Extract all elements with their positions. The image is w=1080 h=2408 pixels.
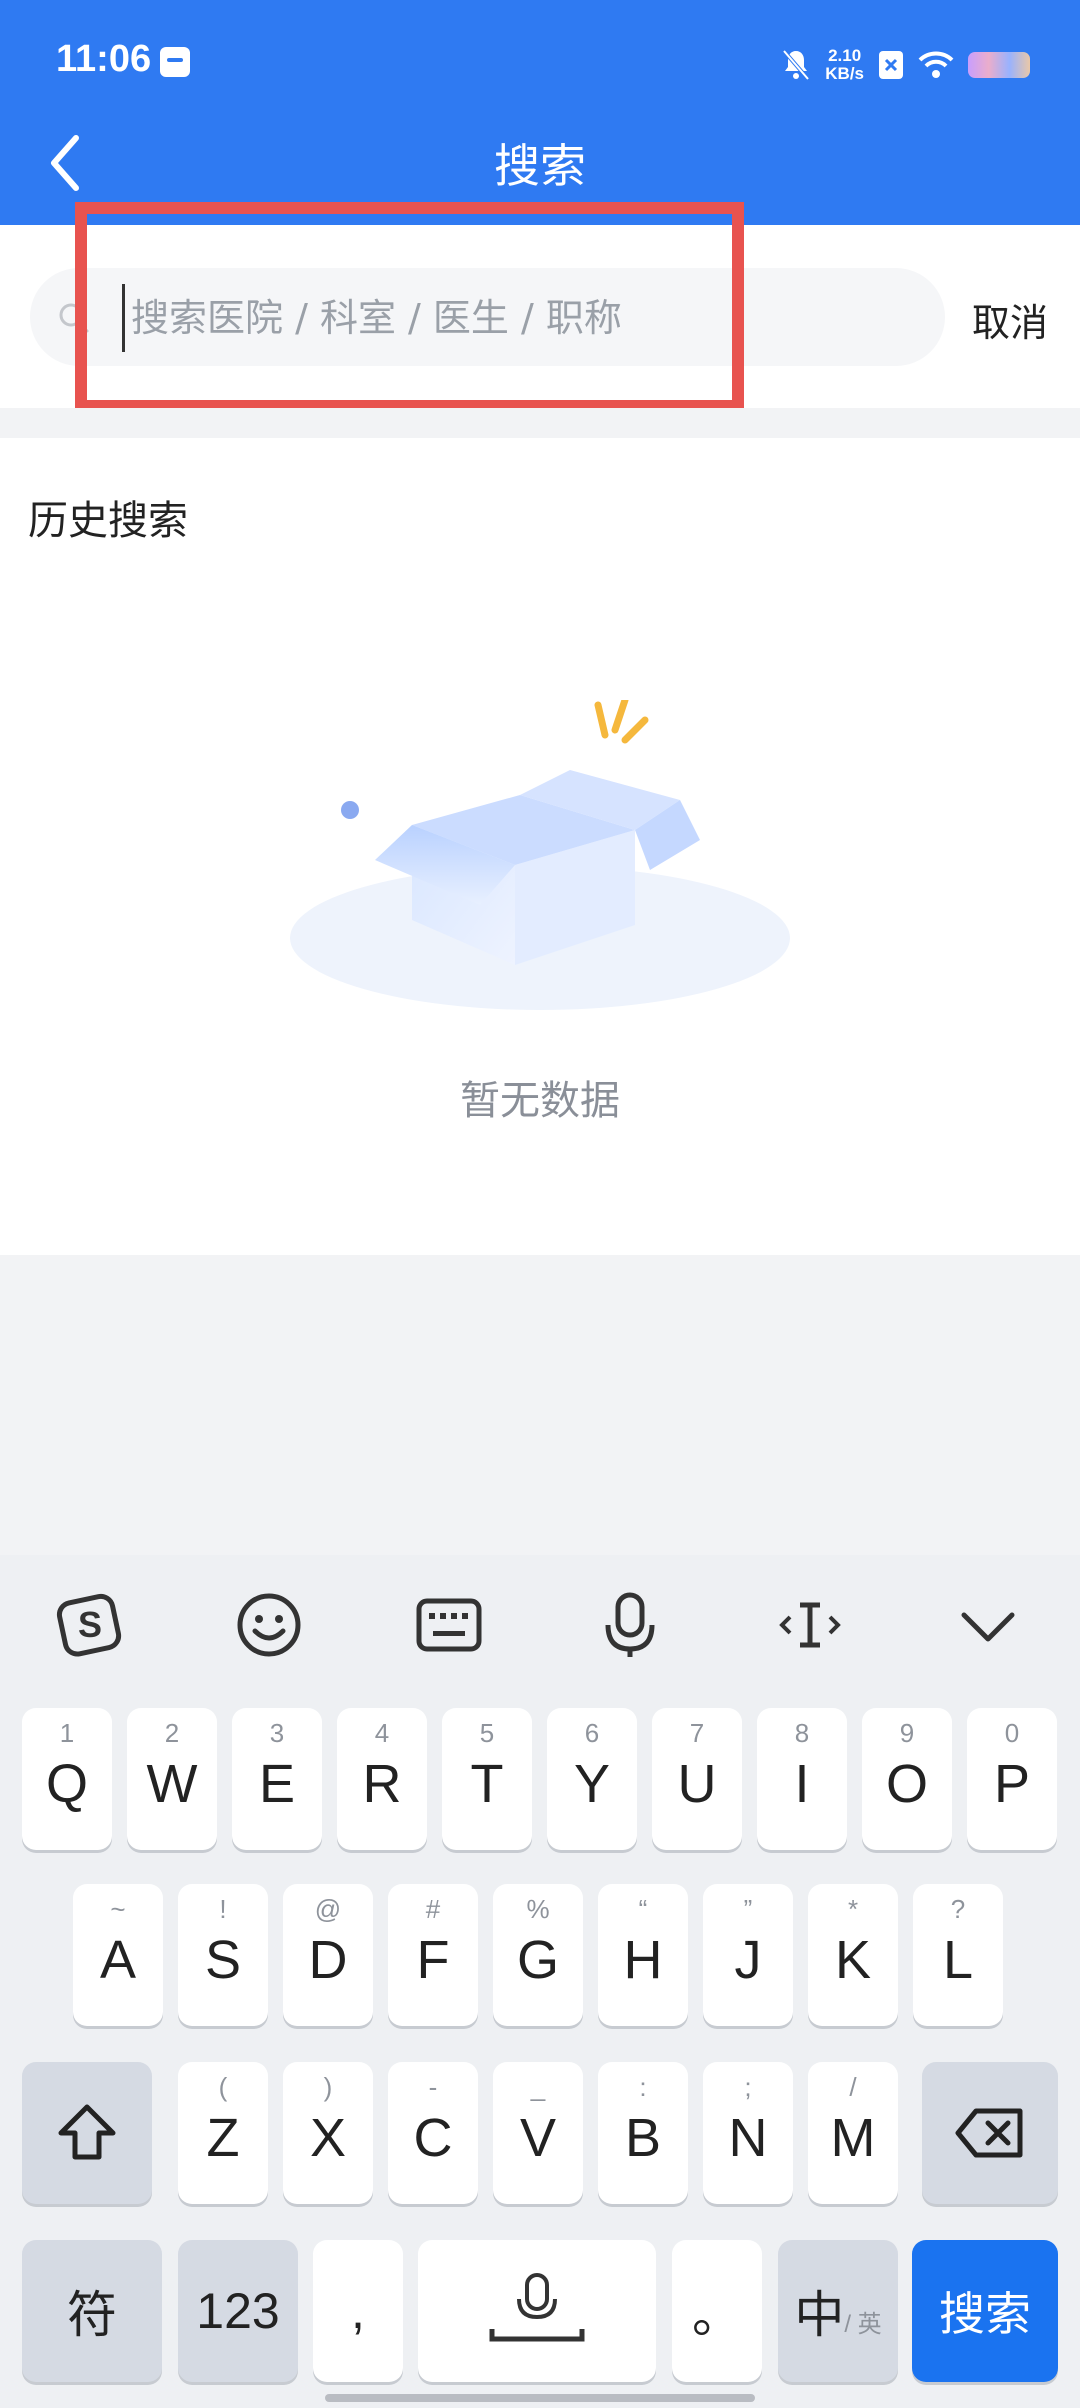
period-key-label: 。	[692, 2287, 742, 2343]
key-r[interactable]: 4R	[337, 1708, 427, 1850]
emoji-icon[interactable]	[229, 1585, 309, 1665]
key-n[interactable]: ; N	[703, 2062, 793, 2204]
home-indicator[interactable]	[325, 2394, 755, 2402]
language-switch-key[interactable]: 中 / 英	[778, 2240, 898, 2382]
key-i[interactable]: 8I	[757, 1708, 847, 1850]
history-section-title: 历史搜索	[28, 498, 188, 544]
key-x[interactable]: ) X	[283, 2062, 373, 2204]
backspace-key[interactable]	[922, 2062, 1058, 2204]
cursor-icon[interactable]	[770, 1585, 850, 1665]
search-key-label: 搜索	[939, 2288, 1031, 2340]
key-o[interactable]: 9O	[862, 1708, 952, 1850]
network-speed: 2.10 KB/s	[825, 47, 864, 83]
key-k[interactable]: * K	[808, 1884, 898, 2026]
comma-key[interactable]: ,	[313, 2240, 403, 2382]
shift-key[interactable]	[22, 2062, 152, 2204]
mute-bell-icon	[782, 49, 810, 81]
key-y[interactable]: 6Y	[547, 1708, 637, 1850]
empty-box-illustration	[290, 700, 790, 1010]
numbers-key-label: 123	[196, 2283, 280, 2339]
microphone-icon[interactable]	[590, 1585, 670, 1665]
key-q[interactable]: 1Q	[22, 1708, 112, 1850]
key-s[interactable]: ! S	[178, 1884, 268, 2026]
symbols-key[interactable]: 符	[22, 2240, 162, 2382]
status-time: 11:06	[56, 38, 152, 80]
key-t[interactable]: 5T	[442, 1708, 532, 1850]
key-b[interactable]: :B	[598, 2062, 688, 2204]
key-m[interactable]: / M	[808, 2062, 898, 2204]
key-u[interactable]: 7U	[652, 1708, 742, 1850]
key-w[interactable]: 2W	[127, 1708, 217, 1850]
key-v[interactable]: _ V	[493, 2062, 583, 2204]
sim-x-icon	[879, 51, 903, 79]
key-l[interactable]: ? L	[913, 1884, 1003, 2026]
net-speed-value: 2.10	[828, 46, 862, 65]
sogou-logo-icon[interactable]: S	[50, 1585, 130, 1665]
space-microphone-icon	[489, 2273, 585, 2342]
space-voice-key[interactable]	[418, 2240, 656, 2382]
key-j[interactable]: ” J	[703, 1884, 793, 2026]
key-a[interactable]: ~ A	[73, 1884, 163, 2026]
period-key[interactable]: 。	[672, 2240, 762, 2382]
empty-state-text: 暂无数据	[460, 1078, 620, 1124]
cancel-button[interactable]: 取消	[972, 292, 1048, 347]
chevron-down-icon[interactable]	[948, 1585, 1028, 1665]
comma-key-label: ,	[351, 2283, 365, 2339]
net-speed-unit: KB/s	[825, 64, 864, 83]
search-icon	[59, 303, 89, 333]
battery-icon	[968, 52, 1030, 78]
numbers-key[interactable]: 123	[178, 2240, 298, 2382]
lang-alt-label: / 英	[844, 2310, 882, 2338]
key-c[interactable]: -C	[388, 2062, 478, 2204]
lang-main-label: 中	[794, 2287, 845, 2343]
shift-arrow-icon	[58, 2104, 116, 2160]
key-p[interactable]: 0P	[967, 1708, 1057, 1850]
key-h[interactable]: “H	[598, 1884, 688, 2026]
keyboard-icon[interactable]	[409, 1585, 489, 1665]
search-input[interactable]	[122, 284, 913, 352]
key-g[interactable]: % G	[493, 1884, 583, 2026]
key-f[interactable]: # F	[388, 1884, 478, 2026]
svg-text:S: S	[78, 1604, 102, 1645]
section-divider	[0, 408, 1080, 438]
page-title: 搜索	[494, 139, 586, 193]
key-z[interactable]: (Z	[178, 2062, 268, 2204]
wifi-icon	[918, 51, 954, 78]
key-d[interactable]: @ D	[283, 1884, 373, 2026]
status-icons: 2.10 KB/s	[781, 40, 1030, 90]
content-gray-area	[0, 1255, 1080, 1555]
backspace-icon	[955, 2108, 1023, 2158]
search-key[interactable]: 搜索	[912, 2240, 1058, 2382]
key-e[interactable]: 3E	[232, 1708, 322, 1850]
symbols-key-label: 符	[67, 2287, 117, 2343]
notification-app-icon	[160, 47, 190, 77]
